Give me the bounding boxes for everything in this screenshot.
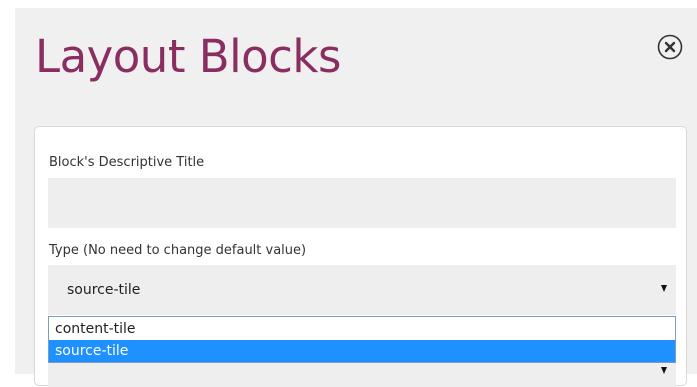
type-select-value: source-tile: [67, 282, 141, 298]
block-form-card: Block's Descriptive Title Type (No need …: [34, 126, 687, 387]
type-field-label: Type (No need to change default value): [49, 243, 307, 258]
layout-blocks-panel: Layout Blocks Block's Descriptive Title …: [15, 8, 697, 387]
close-button[interactable]: [656, 33, 684, 61]
type-dropdown-list: content-tile source-tile: [48, 316, 676, 363]
type-select[interactable]: source-tile: [48, 265, 676, 315]
close-circle-icon: [657, 34, 683, 60]
title-field-label: Block's Descriptive Title: [49, 155, 205, 170]
dropdown-option-content-tile[interactable]: content-tile: [49, 318, 675, 340]
page-title: Layout Blocks: [35, 30, 341, 83]
dropdown-option-source-tile[interactable]: source-tile: [49, 340, 675, 362]
dropdown-arrow-icon: [661, 285, 667, 292]
block-title-input[interactable]: [48, 178, 676, 228]
dropdown-arrow-icon: [661, 367, 667, 374]
